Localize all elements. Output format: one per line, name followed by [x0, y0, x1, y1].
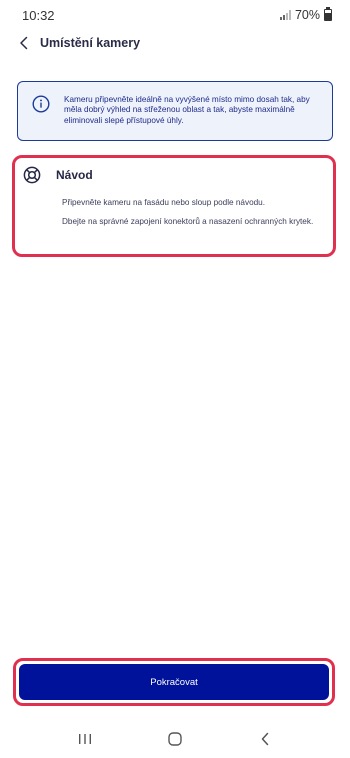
- lifebuoy-icon: [23, 166, 41, 184]
- back-icon[interactable]: [250, 724, 280, 754]
- chevron-left-icon[interactable]: [14, 32, 34, 54]
- top-app-bar: Umístění kamery: [0, 30, 350, 56]
- info-icon: [32, 95, 50, 113]
- guide-title: Návod: [56, 168, 93, 182]
- guide-paragraph: Dbejte na správné zapojení konektorů a n…: [62, 216, 314, 226]
- page-title: Umístění kamery: [40, 36, 141, 50]
- battery-percent: 70%: [294, 8, 320, 22]
- battery-icon: [324, 7, 332, 21]
- status-time: 10:32: [22, 7, 55, 23]
- guide-paragraph: Připevněte kameru na fasádu nebo sloup p…: [62, 198, 266, 207]
- info-card: Kameru připevněte ideálně na vyvýšené mí…: [17, 81, 333, 141]
- continue-button[interactable]: Pokračovat: [19, 664, 329, 700]
- guide-text: Připevněte kameru na fasádu nebo sloup p…: [62, 198, 321, 227]
- info-text: Kameru připevněte ideálně na vyvýšené mí…: [64, 95, 310, 125]
- recent-apps-icon[interactable]: [70, 724, 100, 754]
- guide-header: Návod: [23, 166, 321, 184]
- home-icon[interactable]: [160, 724, 190, 754]
- status-indicators: 70%: [279, 7, 332, 22]
- system-nav-bar: [0, 720, 350, 758]
- signal-icon: [279, 10, 291, 20]
- status-bar: 10:32 70%: [0, 0, 350, 30]
- guide-card: Návod Připevněte kameru na fasádu nebo s…: [12, 155, 336, 257]
- continue-button-highlight: Pokračovat: [13, 658, 335, 706]
